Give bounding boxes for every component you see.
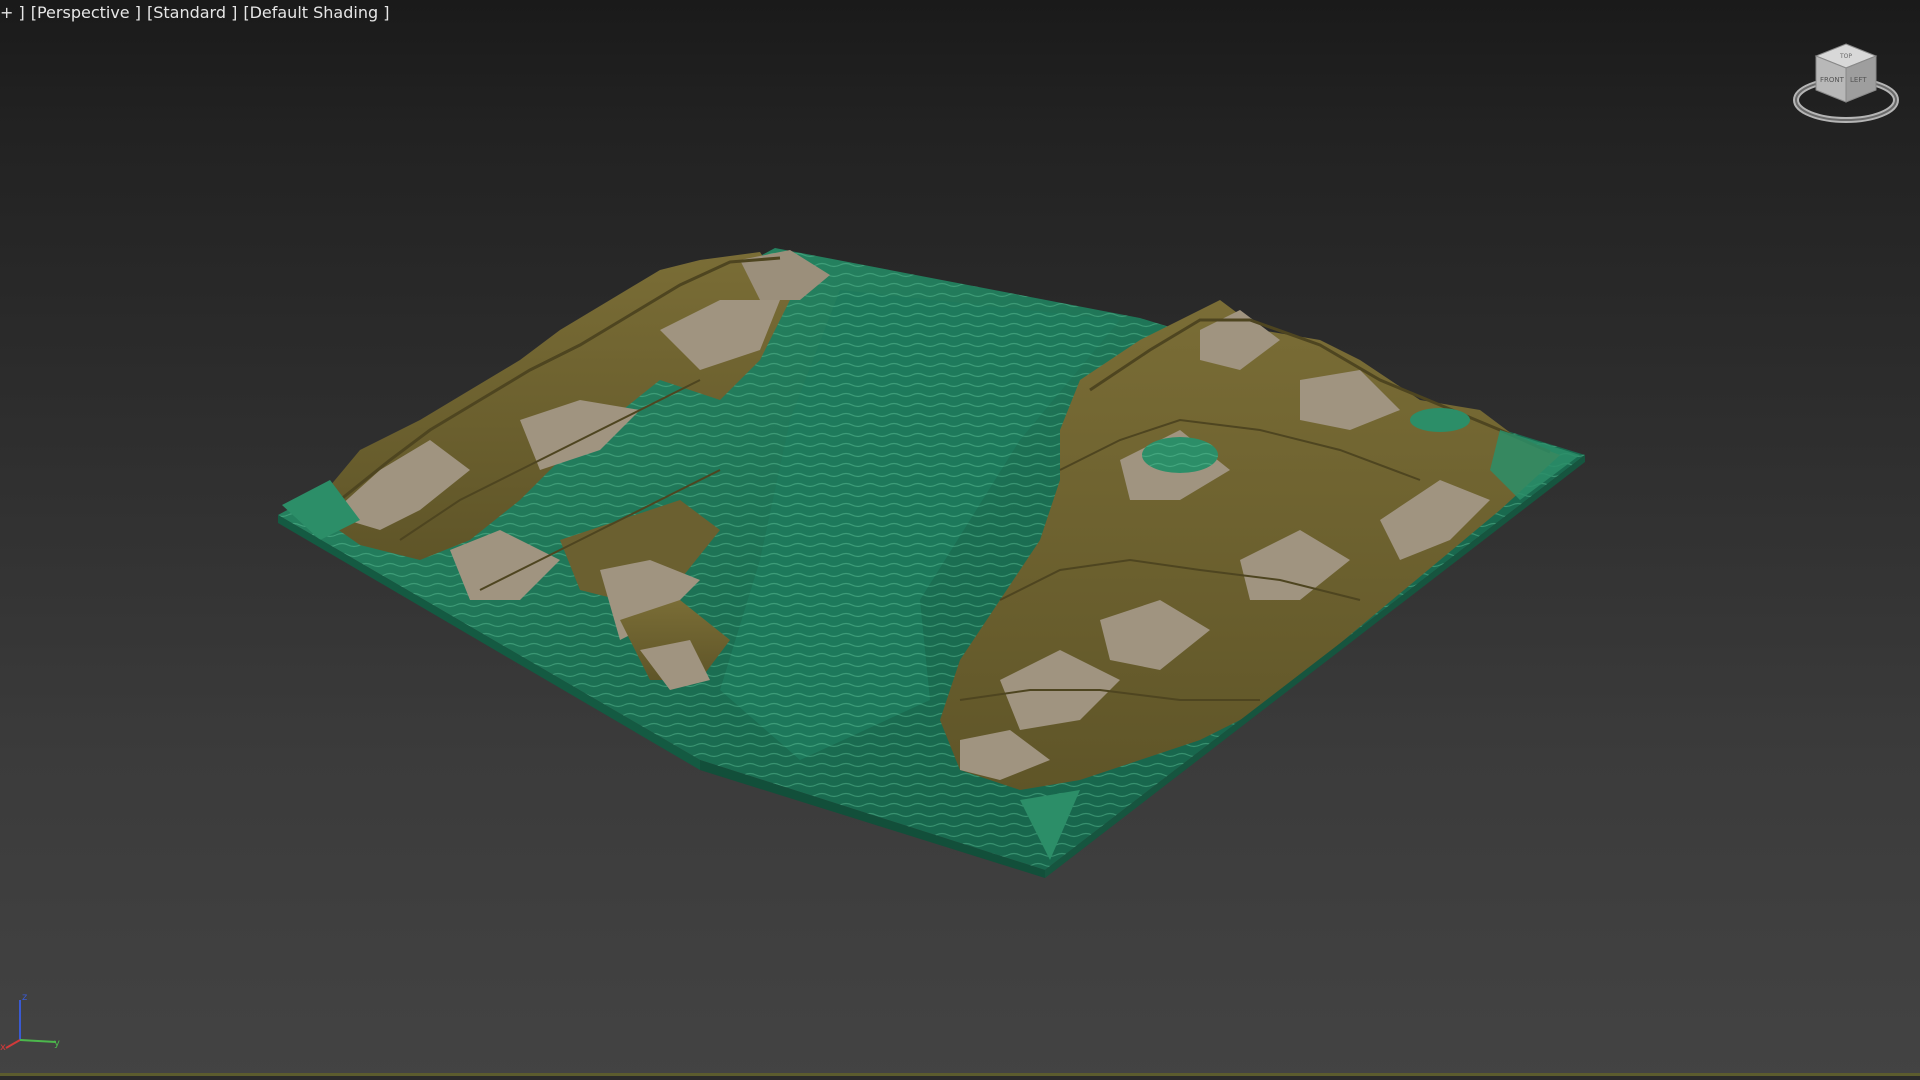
viewport-preset-label[interactable]: [Standard ] bbox=[147, 3, 237, 22]
viewcube-left-label: LEFT bbox=[1850, 76, 1867, 84]
y-axis-label: y bbox=[54, 1038, 60, 1049]
viewport-label-bar: + ] [Perspective ] [Standard ] [Default … bbox=[0, 0, 389, 24]
z-axis-label: z bbox=[22, 992, 27, 1003]
viewcube-top-label: TOP bbox=[1839, 53, 1852, 60]
x-axis-label: x bbox=[0, 1042, 6, 1053]
axis-tripod-icon: z x y bbox=[0, 992, 60, 1053]
terrain-mesh[interactable] bbox=[0, 0, 1920, 1080]
x-axis-line bbox=[5, 1039, 21, 1049]
y-axis-line bbox=[19, 1039, 57, 1043]
viewport-menu-label[interactable]: + ] bbox=[0, 3, 25, 22]
viewport-view-label[interactable]: [Perspective ] bbox=[31, 3, 141, 22]
viewport-shading-label[interactable]: [Default Shading ] bbox=[243, 3, 389, 22]
viewcube-icon[interactable]: FRONT LEFT TOP bbox=[1790, 38, 1910, 138]
viewcube-front-label: FRONT bbox=[1820, 76, 1845, 84]
bottom-strip bbox=[0, 1076, 1920, 1080]
perspective-viewport[interactable]: + ] [Perspective ] [Standard ] [Default … bbox=[0, 0, 1920, 1080]
